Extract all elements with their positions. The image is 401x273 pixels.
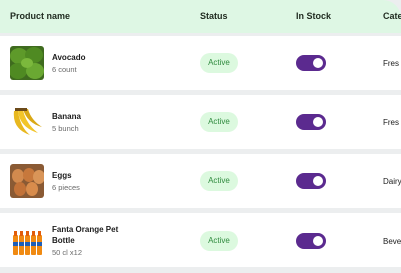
table-row[interactable]: Fanta Orange Pet Bottle 50 cl x12 Active…	[0, 213, 401, 267]
column-header-status[interactable]: Status	[200, 11, 228, 21]
in-stock-toggle[interactable]	[296, 173, 326, 189]
product-quantity: 6 count	[52, 65, 77, 74]
category-cell: Fres	[383, 118, 399, 127]
table-header: Product name Status In Stock Cate	[0, 0, 401, 33]
status-badge: Active	[200, 53, 238, 73]
column-header-in-stock[interactable]: In Stock	[296, 11, 331, 21]
in-stock-toggle[interactable]	[296, 55, 326, 71]
toggle-knob	[313, 117, 323, 127]
product-name: Fanta Orange Pet Bottle	[52, 225, 119, 245]
product-name: Eggs	[52, 171, 72, 180]
category-cell: Dairy	[383, 177, 401, 186]
column-header-category[interactable]: Cate	[383, 11, 401, 21]
table-row[interactable]: Eggs 6 pieces Active Dairy	[0, 154, 401, 208]
in-stock-toggle[interactable]	[296, 233, 326, 249]
table-row[interactable]: Avocado 6 count Active Fres	[0, 36, 401, 90]
product-name: Avocado	[52, 53, 86, 62]
product-quantity: 5 bunch	[52, 124, 79, 133]
status-badge: Active	[200, 112, 238, 132]
fanta-bottles-image	[10, 225, 44, 259]
table-row[interactable]: Banana 5 bunch Active Fres	[0, 95, 401, 149]
column-header-product-name[interactable]: Product name	[10, 11, 70, 21]
category-cell: Beve	[383, 237, 401, 246]
avocado-image	[10, 46, 44, 80]
product-quantity: 50 cl x12	[52, 248, 83, 257]
in-stock-toggle[interactable]	[296, 114, 326, 130]
toggle-knob	[313, 176, 323, 186]
banana-image	[10, 105, 44, 139]
toggle-knob	[313, 58, 323, 68]
product-quantity: 6 pieces	[52, 183, 80, 192]
status-badge: Active	[200, 171, 238, 191]
product-name: Banana	[52, 112, 81, 121]
eggs-image	[10, 164, 44, 198]
toggle-knob	[313, 236, 323, 246]
status-badge: Active	[200, 231, 238, 251]
category-cell: Fres	[383, 59, 399, 68]
